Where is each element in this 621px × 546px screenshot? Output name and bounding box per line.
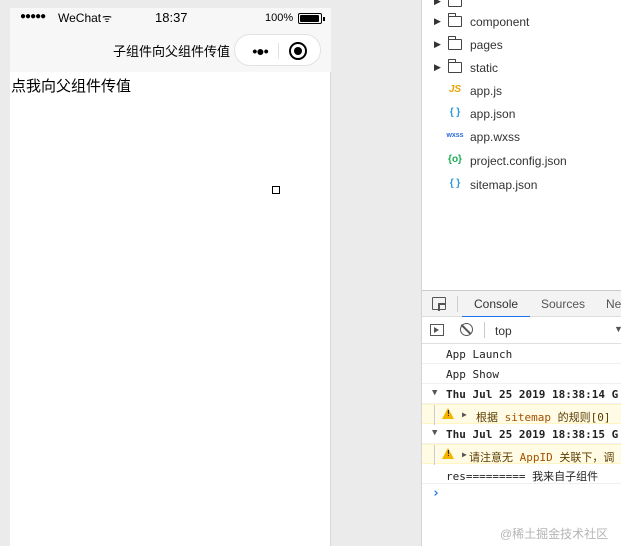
close-circle-icon[interactable] <box>289 42 307 60</box>
tab-network[interactable]: Ne <box>606 297 621 311</box>
folder-icon <box>448 13 462 27</box>
js-file-icon: JS <box>448 84 462 95</box>
battery-icon <box>298 13 325 24</box>
console-prompt[interactable]: › <box>432 486 440 501</box>
battery-percent: 100% <box>265 12 294 24</box>
collapse-arrow-icon[interactable]: ▼ <box>432 428 437 438</box>
tree-item-label: app.wxss <box>470 130 521 144</box>
log-text: Thu Jul 25 2019 18:38:14 G <box>446 388 619 401</box>
tree-item-label: project.config.json <box>470 154 567 168</box>
carrier-label: WeChat <box>58 11 102 25</box>
watermark: @稀土掘金技术社区 <box>500 527 609 541</box>
menu-capsule[interactable]: •●• <box>234 34 321 66</box>
status-time: 18:37 <box>155 10 188 25</box>
capsule-divider <box>278 43 279 59</box>
tree-item-static[interactable]: ▶ static <box>422 57 621 80</box>
json-file-icon: { } <box>449 178 461 189</box>
page-title: 子组件向父组件传值 <box>113 44 231 59</box>
show-sidebar-icon[interactable] <box>430 324 444 336</box>
tree-item-label: sitemap.json <box>470 178 538 192</box>
log-entry: res========= 我来自子组件 <box>422 464 621 484</box>
expand-arrow-icon[interactable]: ▶ <box>462 450 467 459</box>
wifi-icon: ᯤ <box>102 13 113 25</box>
tree-item-app-json[interactable]: { } app.json <box>422 103 621 126</box>
console-output: App Launch App Show ▼ Thu Jul 25 2019 18… <box>422 344 621 546</box>
expand-arrow-icon[interactable]: ▶ <box>434 39 441 50</box>
collapse-arrow-icon[interactable]: ▼ <box>432 388 437 398</box>
warning-icon <box>442 408 454 419</box>
log-text: App Show <box>446 368 499 381</box>
inspect-element-icon[interactable] <box>432 297 446 310</box>
folder-icon <box>448 36 462 50</box>
wxss-file-icon: wxss <box>446 132 464 139</box>
dev-panel: ▶ ▶ component ▶ pages ▶ static JS app.js <box>421 0 621 546</box>
log-group-header[interactable]: ▼ Thu Jul 25 2019 18:38:14 G <box>422 384 621 404</box>
tree-item-project-config[interactable]: {o} project.config.json <box>422 150 621 173</box>
log-text: 请注意无 AppID 关联下，调 <box>469 451 615 464</box>
tab-sources[interactable]: Sources <box>541 297 585 311</box>
warning-icon <box>442 448 454 459</box>
chevron-down-icon[interactable]: ▼ <box>614 324 621 334</box>
console-toolbar: top ▼ <box>422 317 621 344</box>
nav-bar: 子组件向父组件传值 •●• <box>10 28 331 72</box>
status-bar: ●●●●● WeChat ᯤ 18:37 100% <box>10 8 331 28</box>
log-warning[interactable]: ▶ 请注意无 AppID 关联下，调 <box>422 444 621 465</box>
tree-item-pages[interactable]: ▶ pages <box>422 34 621 57</box>
json-file-icon: { } <box>449 107 461 118</box>
log-warning[interactable]: ▶ 根据 sitemap 的规则[0] <box>422 404 621 425</box>
tree-item-app-js[interactable]: JS app.js <box>422 80 621 103</box>
expand-arrow-icon[interactable]: ▶ <box>434 16 441 27</box>
tree-item-component[interactable]: ▶ component <box>422 11 621 34</box>
clear-console-icon[interactable] <box>460 323 473 336</box>
phone-screen: ●●●●● WeChat ᯤ 18:37 100% 子组件向父组件传值 •●• … <box>10 8 331 546</box>
divider <box>484 322 485 338</box>
log-entry: App Show <box>422 364 621 384</box>
devtools-tabs: Console Sources Ne <box>422 290 621 318</box>
signal-icon: ●●●●● <box>20 11 46 22</box>
expand-arrow-icon[interactable]: ▶ <box>462 410 467 419</box>
tree-item-label: static <box>470 61 499 75</box>
expand-arrow-icon[interactable]: ▶ <box>434 62 441 73</box>
log-text: App Launch <box>446 348 513 361</box>
log-text: Thu Jul 25 2019 18:38:15 G <box>446 428 619 441</box>
file-tree: ▶ ▶ component ▶ pages ▶ static JS app.js <box>422 0 621 290</box>
config-file-icon: {o} <box>448 154 462 165</box>
tree-item-label: pages <box>470 38 503 52</box>
log-group-header[interactable]: ▼ Thu Jul 25 2019 18:38:15 G <box>422 424 621 444</box>
send-to-parent-button[interactable]: 点我向父组件传值 <box>11 75 131 96</box>
folder-icon <box>448 0 462 7</box>
log-text: res========= 我来自子组件 <box>446 470 599 483</box>
more-icon[interactable]: •●• <box>245 41 275 61</box>
log-entry: App Launch <box>422 344 621 364</box>
tab-console[interactable]: Console <box>462 297 531 318</box>
tree-item-label: app.js <box>470 84 503 98</box>
divider <box>457 296 458 312</box>
tree-item-label: app.json <box>470 107 516 121</box>
cursor-marker <box>272 186 280 194</box>
folder-icon <box>448 59 462 73</box>
tree-item-sitemap-json[interactable]: { } sitemap.json <box>422 174 621 197</box>
tree-item-label: component <box>470 15 530 29</box>
tree-item-app-wxss[interactable]: wxss app.wxss <box>422 126 621 149</box>
log-text: 根据 sitemap 的规则[0] <box>476 411 611 424</box>
context-selector[interactable]: top <box>495 324 512 338</box>
